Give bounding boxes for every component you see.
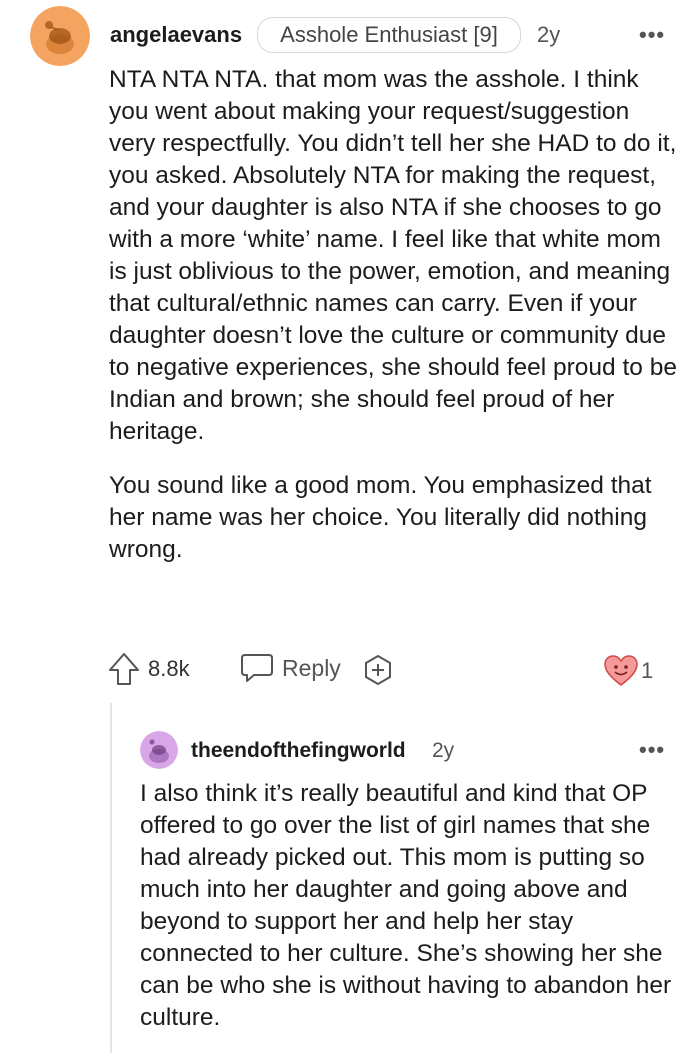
comment-paragraph: You sound like a good mom. You emphasize… xyxy=(109,472,652,563)
snoo-avatar-icon xyxy=(140,731,178,769)
flair-text: Asshole Enthusiast [9] xyxy=(280,22,498,47)
upvote-button[interactable]: 8.8k xyxy=(108,652,190,686)
award-count: 1 xyxy=(641,658,654,683)
reply-author[interactable]: theendofthefingworld xyxy=(191,739,406,763)
comment-author[interactable]: angelaevans xyxy=(110,22,242,48)
upvote-arrow-icon xyxy=(109,653,139,685)
comment-paragraph: NTA NTA NTA. that mom was the asshole. I… xyxy=(109,66,677,445)
reply-body: I also think it’s really beautiful and k… xyxy=(140,778,675,1034)
user-flair: Asshole Enthusiast [9] xyxy=(257,17,521,53)
reply-button[interactable]: Reply xyxy=(240,652,341,684)
more-options-icon[interactable]: ••• xyxy=(639,739,665,761)
comment-actions: 8.8k Reply 1 xyxy=(0,648,700,692)
reply-bubble-icon xyxy=(241,654,273,682)
avatar[interactable] xyxy=(30,6,90,66)
upvote-count: 8.8k xyxy=(148,656,190,681)
thread-line[interactable] xyxy=(110,703,112,1053)
snoo-avatar-icon xyxy=(30,6,90,66)
more-options-icon[interactable]: ••• xyxy=(639,24,665,46)
reply-avatar[interactable] xyxy=(140,731,178,769)
reply-paragraph: I also think it’s really beautiful and k… xyxy=(140,780,672,1031)
comment-age: 2y xyxy=(537,22,561,47)
give-award-button[interactable] xyxy=(362,654,394,686)
reply-label: Reply xyxy=(282,654,341,681)
heart-award-icon xyxy=(604,655,638,686)
reply-age: 2y xyxy=(432,739,455,762)
add-award-icon xyxy=(365,654,391,686)
comment-body: NTA NTA NTA. that mom was the asshole. I… xyxy=(109,64,679,566)
award-display[interactable]: 1 xyxy=(603,654,653,688)
